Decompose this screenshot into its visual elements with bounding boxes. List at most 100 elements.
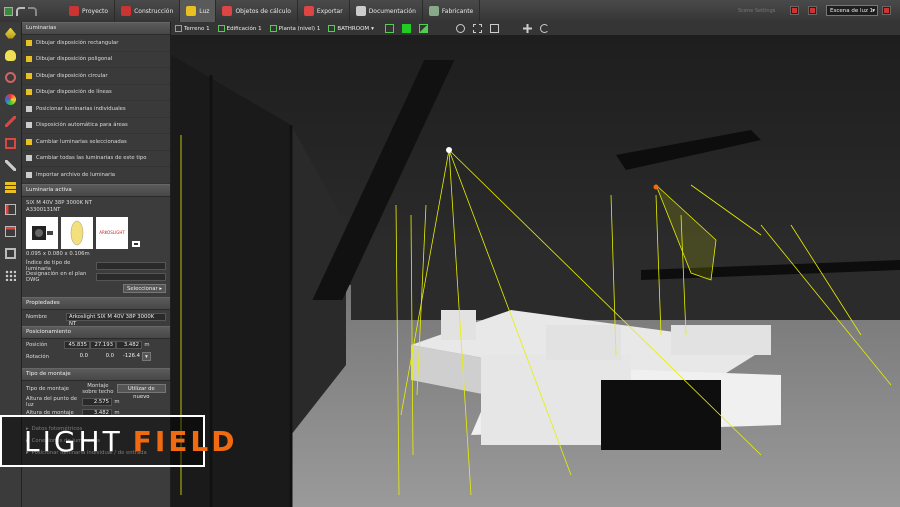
action-label: Disposición automática para áreas: [36, 122, 128, 129]
position-unit: m: [144, 341, 150, 348]
position-y-input[interactable]: 27.193: [90, 340, 116, 349]
main-menu: Proyecto Construcción Luz Objetos de cálcul…: [63, 0, 481, 22]
luminaire-action-item[interactable]: Cambiar luminarias seleccionadas: [22, 134, 170, 151]
select-row: Seleccionar ▸: [22, 283, 170, 294]
action-label: Dibujar disposición de líneas: [36, 89, 112, 96]
tool-arrangement[interactable]: [0, 66, 21, 88]
breadcrumb-item[interactable]: Edificación 1: [214, 22, 266, 35]
scene-lock-button[interactable]: [808, 6, 817, 15]
luminaire-action-item[interactable]: Dibujar disposición circular: [22, 68, 170, 85]
luminaire-action-item[interactable]: Dibujar disposición rectangular: [22, 35, 170, 52]
luminaire-action-item[interactable]: Posicionar luminarias individuales: [22, 101, 170, 118]
target-icon[interactable]: [456, 24, 465, 33]
position-row: Posición 45.835 27.193 3.482 m: [22, 339, 170, 351]
active-luminaire-header: Luminaria activa: [22, 183, 170, 197]
plan-icon: [5, 203, 16, 215]
action-icon: [26, 72, 32, 79]
rotation-spinner[interactable]: ▾: [142, 352, 151, 361]
luminaire-photo: [26, 216, 58, 249]
dwg-input[interactable]: [96, 273, 166, 281]
rotation-y-input[interactable]: 0.0: [90, 353, 116, 361]
solid-view-icon[interactable]: [402, 24, 411, 33]
position-x-input[interactable]: 45.835: [64, 340, 90, 349]
tool-grid[interactable]: [0, 264, 21, 286]
save-icon[interactable]: [4, 6, 13, 16]
type-index-input[interactable]: [96, 262, 166, 270]
tool-luminaires[interactable]: [0, 22, 21, 44]
menu-label: Objetos de cálculo: [235, 7, 291, 15]
rotation-z-input[interactable]: -126.4: [116, 353, 142, 361]
menu-construction[interactable]: Construcción: [115, 0, 181, 22]
fit-view-icon[interactable]: [473, 24, 482, 33]
selected-luminaire-marker[interactable]: [653, 184, 659, 190]
breadcrumb-label: Planta (nivel) 1: [278, 25, 321, 32]
calc-view-icon[interactable]: [419, 24, 428, 33]
quick-access: [0, 6, 63, 16]
level-icon: [175, 25, 182, 32]
luminaire-action-item[interactable]: Importar archivo de luminaria: [22, 167, 170, 184]
chevron-down-icon: ▾: [872, 8, 875, 14]
tool-edit[interactable]: [0, 110, 21, 132]
tool-layers[interactable]: [0, 176, 21, 198]
tool-settings[interactable]: [0, 154, 21, 176]
undo-icon[interactable]: [16, 6, 25, 16]
action-icon: [26, 138, 32, 145]
menu-export[interactable]: Exportar: [298, 0, 350, 22]
breadcrumb-item[interactable]: Planta (nivel) 1: [266, 22, 325, 35]
luminaire-library-button[interactable]: [131, 217, 141, 249]
action-label: Cambiar todas las luminarias de este tip…: [36, 155, 147, 162]
spotlight-icon: [32, 225, 53, 240]
menu-label: Luz: [199, 7, 210, 15]
tool-color[interactable]: [0, 88, 21, 110]
menu-calculation-objects[interactable]: Objetos de cálculo: [216, 0, 298, 22]
menu-project[interactable]: Proyecto: [63, 0, 116, 22]
rotation-x-input[interactable]: 0.0: [64, 353, 90, 361]
luminaire-action-item[interactable]: Dibujar disposición poligonal: [22, 51, 170, 68]
position-z-input[interactable]: 3.482: [116, 340, 142, 349]
tool-plan[interactable]: [0, 198, 21, 220]
view-tools: [385, 24, 549, 33]
scene-settings-button[interactable]: [790, 6, 799, 15]
rotate-view-icon[interactable]: [540, 24, 549, 33]
luminaire-action-item[interactable]: Cambiar todas las luminarias de este tip…: [22, 150, 170, 167]
menu-label: Fabricante: [441, 7, 474, 15]
positioning-header: Posicionamiento: [22, 325, 170, 339]
select-button[interactable]: Seleccionar ▸: [122, 283, 166, 293]
menu-documentation[interactable]: Documentación: [350, 0, 423, 22]
name-input[interactable]: Arkoslight SIX M 40V 38P 3000K NT: [66, 312, 166, 327]
mount-type-value[interactable]: Montaje sobre techo: [81, 383, 114, 395]
menu-label: Documentación: [368, 7, 416, 15]
3d-viewport[interactable]: [171, 35, 900, 507]
action-icon: [26, 105, 32, 112]
luminaire-marker[interactable]: [446, 147, 452, 153]
tool-frame[interactable]: [0, 132, 21, 154]
logo-field: FIELD: [132, 424, 238, 458]
breadcrumb-item[interactable]: BATHROOM ▾: [324, 22, 378, 35]
reuse-button[interactable]: Utilizar de nuevo: [116, 384, 166, 400]
action-label: Dibujar disposición rectangular: [36, 39, 119, 46]
desk-cabinet: [601, 380, 721, 450]
breadcrumb-item[interactable]: Terreno 1: [171, 22, 214, 35]
level-icon: [328, 25, 336, 32]
action-label: Posicionar luminarias individuales: [36, 105, 126, 112]
breadcrumb: Terreno 1 Edificación 1 Planta (nivel) 1 BA…: [171, 22, 378, 35]
menu-label: Proyecto: [82, 7, 109, 15]
redo-icon[interactable]: [28, 6, 37, 16]
luminaire-action-item[interactable]: Dibujar disposición de líneas: [22, 84, 170, 101]
scene-select[interactable]: Escena de luz 1 ▾: [826, 5, 878, 16]
luminaire-action-item[interactable]: Disposición automática para áreas: [22, 117, 170, 134]
type-index-row: Índice de tipo de luminaria: [22, 260, 170, 272]
tool-bulb[interactable]: [0, 44, 21, 66]
menu-light[interactable]: Luz: [180, 0, 217, 22]
tool-door[interactable]: [0, 220, 21, 242]
point-height-input[interactable]: 2.575: [82, 398, 112, 406]
menu-manufacturer[interactable]: Fabricante: [423, 0, 481, 22]
zoom-area-icon[interactable]: [490, 24, 499, 33]
tool-window[interactable]: [0, 242, 21, 264]
active-luminaire: SIX M 40V 38P 3000K NT A3300131NT ARKOSL…: [22, 197, 170, 261]
color-wheel-icon: [5, 93, 16, 105]
breadcrumb-label: BATHROOM: [337, 25, 370, 32]
view-mode-icon[interactable]: [385, 24, 394, 33]
pan-icon[interactable]: [523, 24, 532, 33]
scene-options-button[interactable]: [882, 6, 891, 15]
